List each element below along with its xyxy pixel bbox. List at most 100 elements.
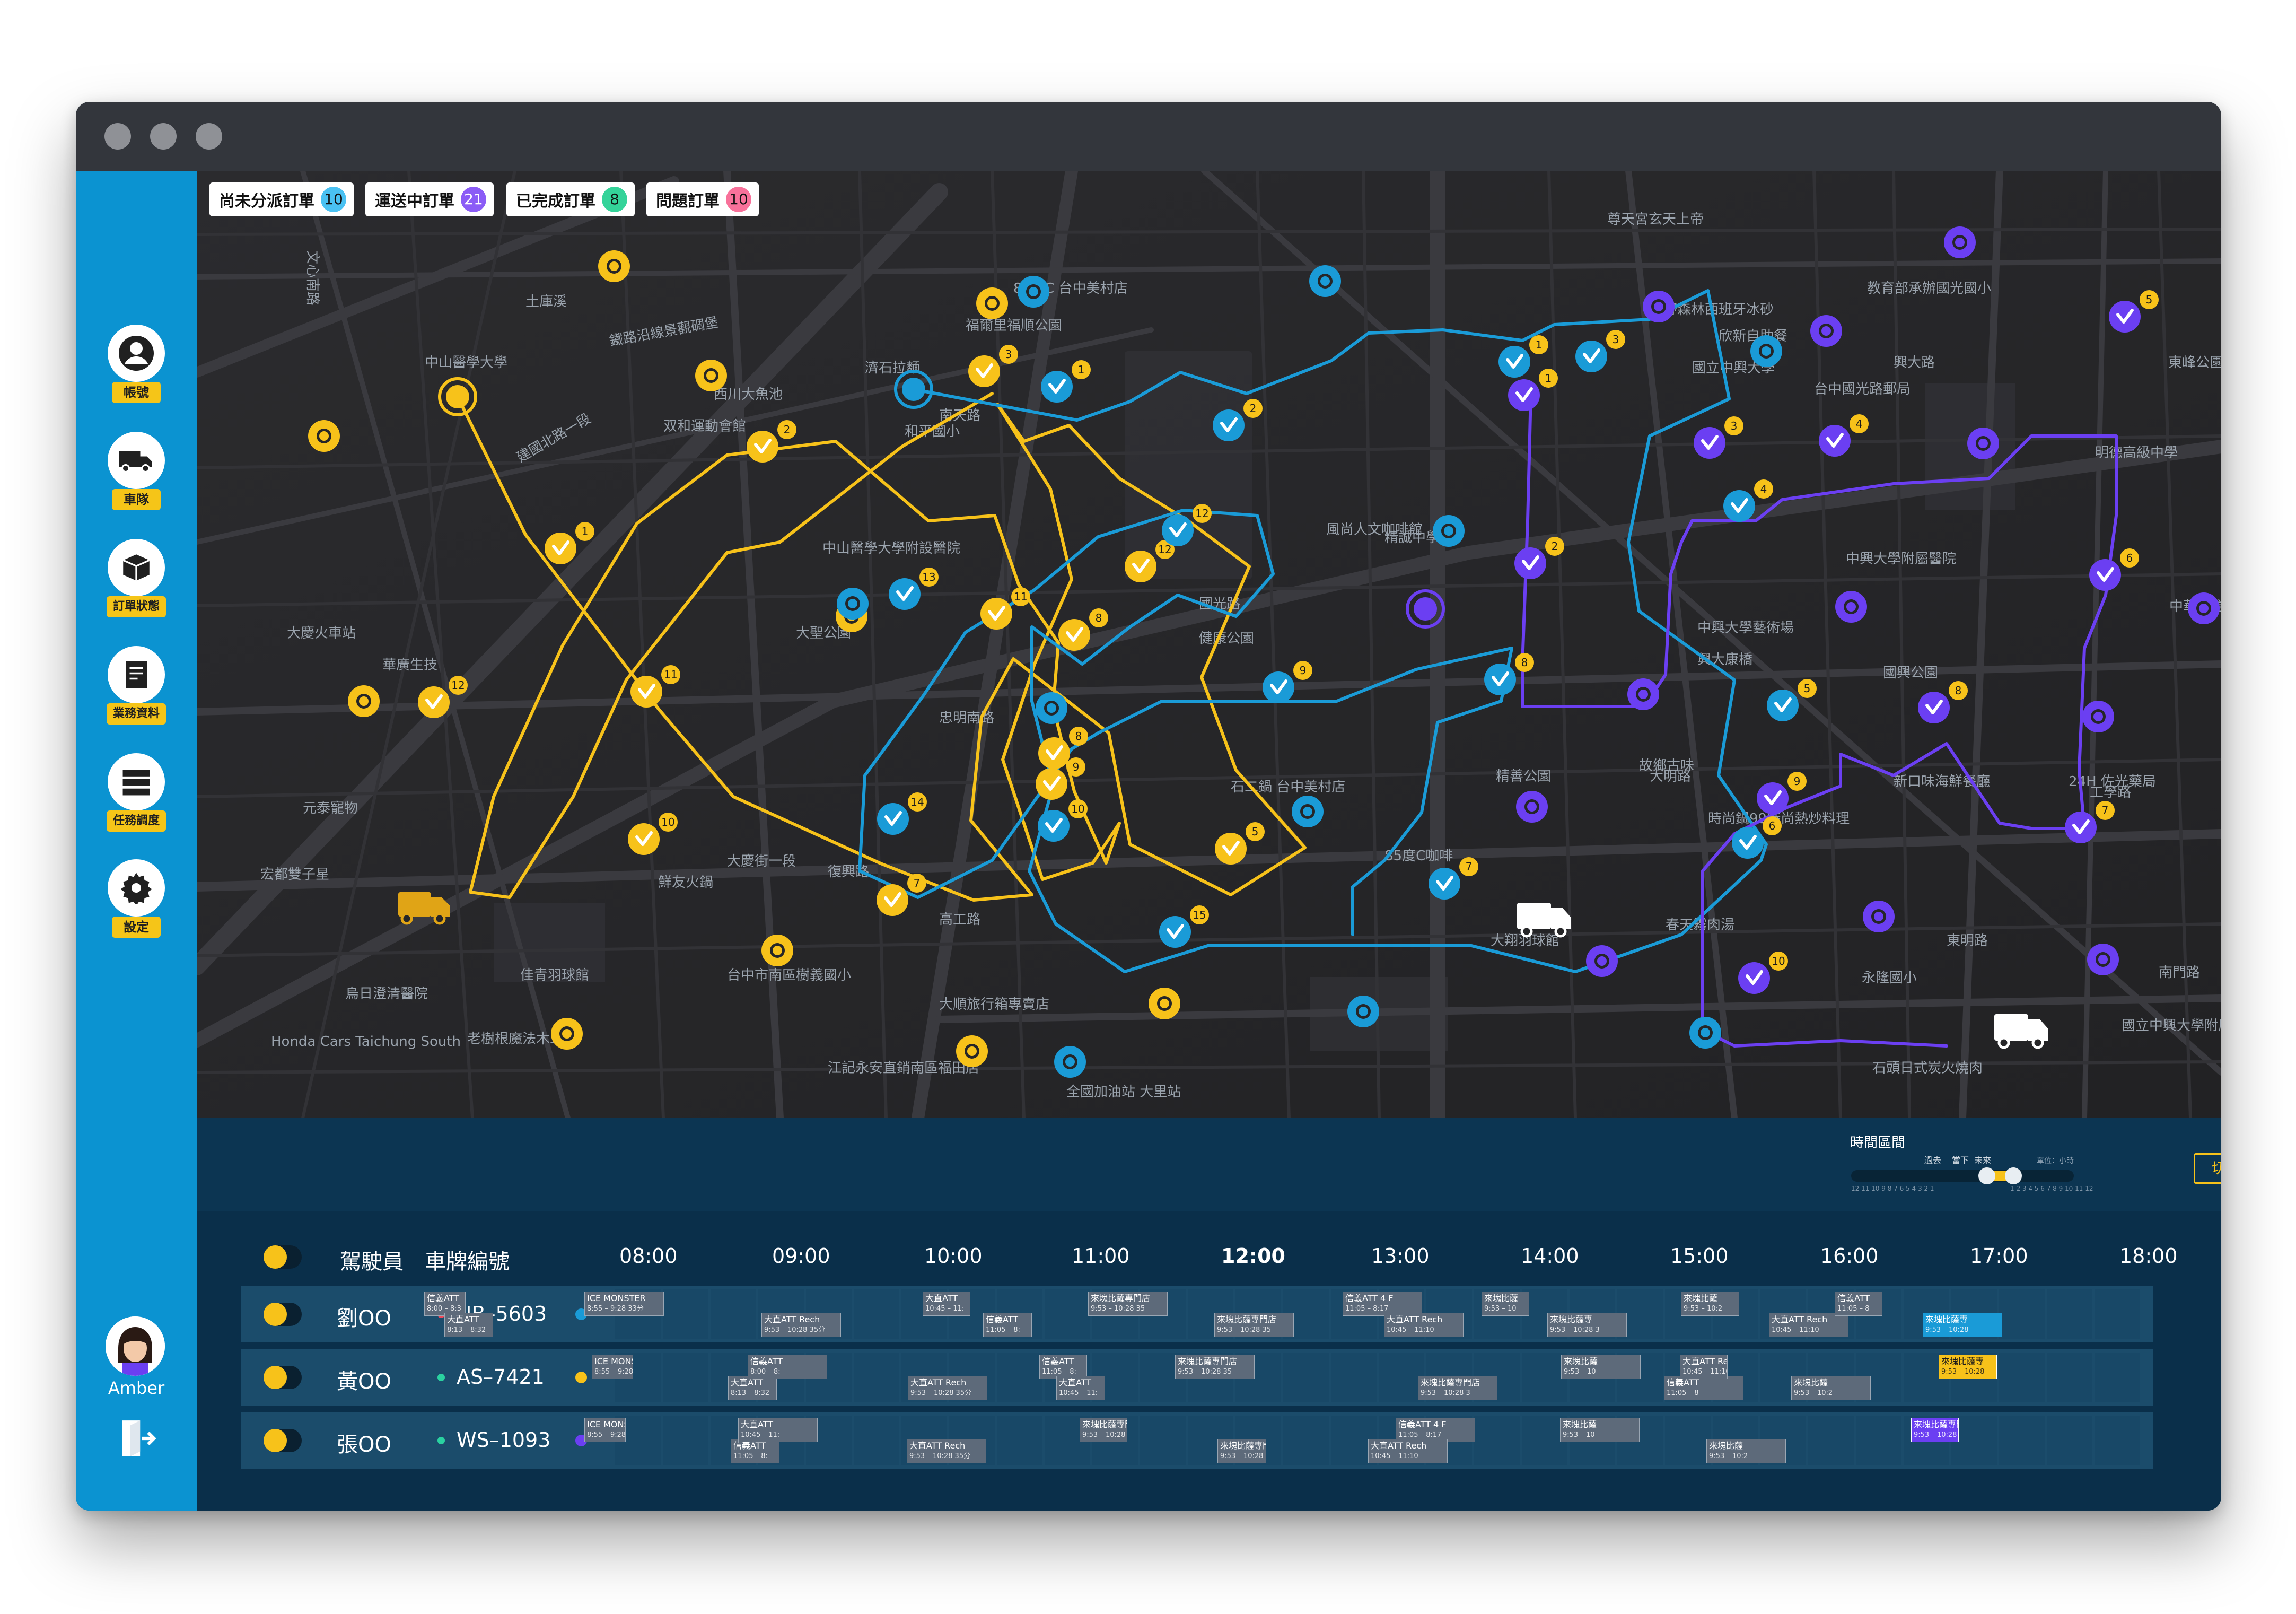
- map-order-marker[interactable]: [1750, 335, 1782, 367]
- task-block[interactable]: 大直ATT 10:45 – 11:: [738, 1418, 818, 1442]
- map-order-marker[interactable]: [2082, 701, 2114, 732]
- task-block[interactable]: 信義ATT 11:05 – 8: [1835, 1292, 1882, 1316]
- map-order-marker[interactable]: [1309, 265, 1341, 297]
- map-order-marker[interactable]: [976, 287, 1008, 319]
- map-order-marker[interactable]: [1054, 1046, 1086, 1078]
- sidebar-item-dispatch[interactable]: 任務調度: [104, 753, 168, 843]
- time-range-slider-track[interactable]: [1851, 1167, 2074, 1184]
- map-order-marker[interactable]: [1810, 315, 1842, 347]
- map-order-marker[interactable]: [1149, 988, 1180, 1019]
- map-order-marker[interactable]: [1863, 901, 1895, 932]
- task-block[interactable]: ICE MONSTER8:55 – 9:28 33分: [592, 1355, 633, 1379]
- task-block[interactable]: 大直ATT Rech 9:53 – 10:28 35分: [761, 1313, 841, 1337]
- map-order-marker[interactable]: [956, 1035, 988, 1067]
- badge-delivering-orders[interactable]: 運送中訂單 21: [365, 182, 494, 216]
- avatar[interactable]: [106, 1316, 165, 1376]
- time-slot-cell[interactable]: [663, 1289, 708, 1339]
- map-order-marker[interactable]: [348, 685, 380, 717]
- sidebar-item-account[interactable]: 帳號: [104, 325, 168, 415]
- task-block[interactable]: 來塊比薩 9:53 – 10: [1560, 1418, 1640, 1442]
- time-slot-cell[interactable]: [854, 1289, 899, 1339]
- sidebar-item-fleet[interactable]: 車隊: [104, 432, 168, 522]
- map-order-marker[interactable]: [551, 1018, 583, 1050]
- map-order-marker[interactable]: [1944, 226, 1976, 258]
- time-slot-cell[interactable]: [997, 1353, 1042, 1402]
- map-order-marker[interactable]: [695, 360, 727, 391]
- task-block[interactable]: ICE MONSTER8:55 – 9:28 33分: [584, 1418, 626, 1442]
- time-slot-cell[interactable]: [1140, 1416, 1186, 1465]
- map-order-marker[interactable]: [598, 250, 630, 282]
- minimize-window-button[interactable]: [150, 123, 177, 150]
- all-drivers-toggle[interactable]: [264, 1245, 302, 1269]
- time-slot-cell[interactable]: [1999, 1353, 2045, 1402]
- map-order-marker[interactable]: [2087, 944, 2119, 975]
- task-block[interactable]: ICE MONSTER8:55 – 9:28 33分: [584, 1292, 664, 1316]
- task-block[interactable]: 來塊比薩 9:53 – 10:2: [1706, 1439, 1786, 1463]
- task-block[interactable]: 來塊比薩專門店9:53 – 10:28 35: [1217, 1439, 1266, 1463]
- table-row[interactable]: 劉OO NB–5603 信義ATT 8:00 – 8:3 大直ATT 8:13 – 8:3…: [241, 1286, 2153, 1342]
- task-block[interactable]: 來塊比薩專門店9:53 – 10:28 35: [1088, 1292, 1168, 1316]
- task-block[interactable]: 大直ATT 8:13 – 8:32: [444, 1313, 493, 1337]
- task-block[interactable]: 來塊比薩專 9:53 – 10:28 3: [1547, 1313, 1627, 1337]
- time-slot-cell[interactable]: [2047, 1416, 2092, 1465]
- sidebar-item-order-status[interactable]: 訂單狀態: [104, 539, 168, 629]
- time-slot-cell[interactable]: [1283, 1416, 1329, 1465]
- task-block[interactable]: 大直ATT 10:45 – 11:: [923, 1292, 970, 1316]
- time-slot-cell[interactable]: [1856, 1416, 1901, 1465]
- driver-toggle[interactable]: [264, 1303, 302, 1326]
- task-block[interactable]: 來塊比薩專門店9:53 – 10:28 35分鐘: [1911, 1418, 1959, 1442]
- map-order-marker[interactable]: [2188, 592, 2220, 624]
- map-order-marker[interactable]: [837, 588, 869, 620]
- time-slot-cell[interactable]: [1045, 1289, 1090, 1339]
- task-block[interactable]: 來塊比薩專門店9:53 – 10:28 35: [1080, 1418, 1127, 1442]
- map-order-marker[interactable]: [308, 420, 340, 452]
- time-slot-cell[interactable]: [663, 1353, 708, 1402]
- map-order-marker[interactable]: [1689, 1017, 1721, 1049]
- table-row[interactable]: 黃OOAS–7421ICE MONSTER8:55 – 9:28 33分大直AT…: [241, 1349, 2153, 1406]
- task-block[interactable]: 信義ATT 11:05 – 8: [1664, 1376, 1743, 1400]
- task-block[interactable]: 信義ATT 8:00 – 8:: [748, 1355, 827, 1379]
- map-order-marker[interactable]: [1643, 291, 1675, 322]
- task-block[interactable]: 來塊比薩 9:53 – 10:2: [1681, 1292, 1739, 1316]
- badge-problem-orders[interactable]: 問題訂單 10: [646, 182, 759, 216]
- time-slot-cell[interactable]: [1665, 1416, 1711, 1465]
- task-block[interactable]: 來塊比薩 9:53 – 10: [1482, 1292, 1529, 1316]
- task-block[interactable]: 大直ATT Rech10:45 – 11:10: [1368, 1439, 1448, 1463]
- driver-toggle[interactable]: [264, 1429, 302, 1452]
- time-slot-cell[interactable]: [1808, 1416, 1854, 1465]
- maximize-window-button[interactable]: [196, 123, 222, 150]
- map-order-marker[interactable]: [1018, 276, 1049, 308]
- time-range-end-handle[interactable]: [2005, 1167, 2022, 1184]
- logout-icon[interactable]: [117, 1417, 156, 1460]
- table-row[interactable]: 張OO WS–1093 ICE MONSTER8:55 – 9:28 33分信義AT…: [241, 1412, 2153, 1469]
- task-block[interactable]: 來塊比薩專 9:53 – 10:28: [1939, 1355, 1997, 1379]
- time-slot-cell[interactable]: [711, 1289, 756, 1339]
- task-block[interactable]: 來塊比薩專門店9:53 – 10:28 35: [1214, 1313, 1294, 1337]
- task-block[interactable]: 來塊比薩 9:53 – 10: [1561, 1355, 1641, 1379]
- time-slot-cell[interactable]: [1999, 1289, 2045, 1339]
- time-slot-cell[interactable]: [997, 1416, 1042, 1465]
- map-view[interactable]: 文心南路 中山醫學大學 鐵路沿線景觀碉堡 土庫溪 建國北路一段 大慶火車站 華廣生技 西川大魚…: [197, 171, 2221, 1118]
- task-block[interactable]: 大直ATT 10:45 – 11:: [1056, 1376, 1105, 1400]
- driver-toggle[interactable]: [264, 1366, 302, 1389]
- switch-button[interactable]: 切換: [2194, 1153, 2221, 1184]
- sidebar-item-settings[interactable]: 設定: [104, 859, 168, 949]
- task-block[interactable]: 信義ATT 11:05 – 8:: [731, 1439, 779, 1463]
- time-slot-cell[interactable]: [1999, 1416, 2045, 1465]
- map-order-marker[interactable]: [1347, 996, 1379, 1027]
- time-slot-cell[interactable]: [854, 1416, 899, 1465]
- task-block[interactable]: 大直ATT Rech 9:53 – 10:28 35分: [907, 1439, 986, 1463]
- map-order-marker[interactable]: [1433, 515, 1465, 547]
- time-slot-cell[interactable]: [1283, 1353, 1329, 1402]
- time-slot-cell[interactable]: [2047, 1289, 2092, 1339]
- time-slot-cell[interactable]: [2095, 1416, 2140, 1465]
- task-block[interactable]: 大直ATT Rech10:45 – 11:10: [1384, 1313, 1464, 1337]
- map-order-marker[interactable]: [1586, 945, 1618, 977]
- close-window-button[interactable]: [104, 123, 131, 150]
- map-order-marker[interactable]: [1292, 796, 1324, 827]
- time-slot-cell[interactable]: [2047, 1353, 2092, 1402]
- time-slot-cell[interactable]: [1331, 1353, 1377, 1402]
- map-order-marker[interactable]: [1967, 428, 1999, 459]
- map-order-marker[interactable]: [1627, 678, 1659, 710]
- task-block[interactable]: 大直ATT Rech10:45 – 11:10: [1680, 1355, 1728, 1379]
